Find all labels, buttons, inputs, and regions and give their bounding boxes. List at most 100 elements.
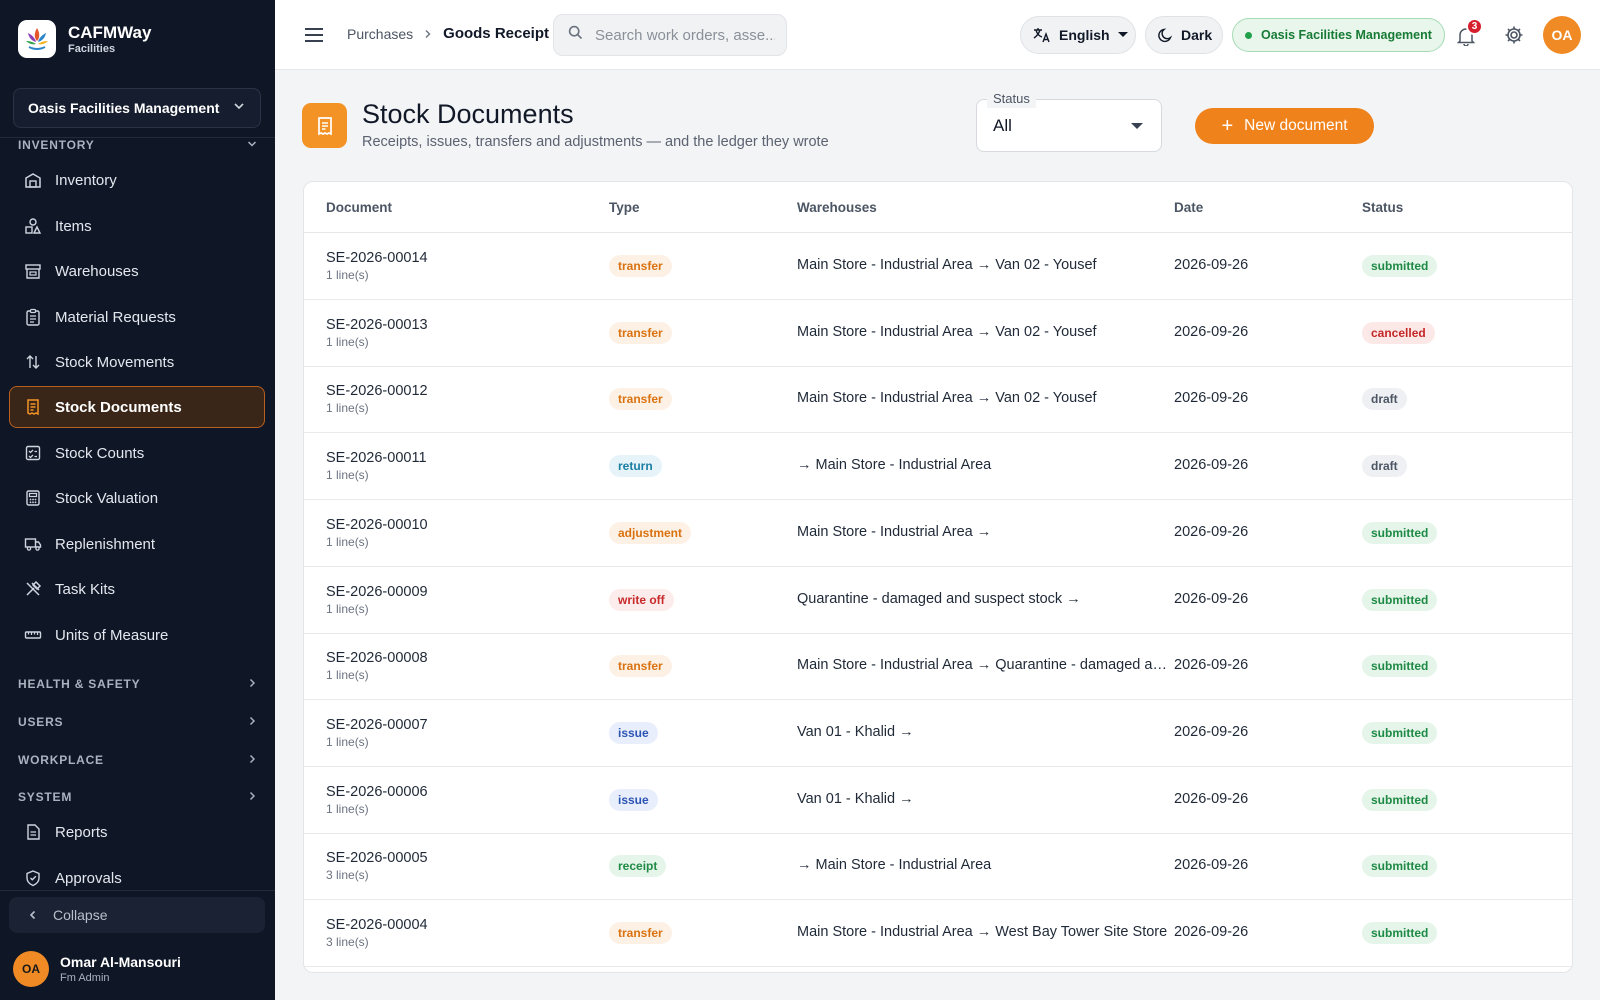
- status-badge: submitted: [1362, 922, 1438, 944]
- organization-selector[interactable]: Oasis Facilities Management: [13, 88, 261, 128]
- table-row[interactable]: SE-2026-00010 1 line(s) adjustment Main Sto…: [304, 500, 1572, 567]
- translate-icon: [1033, 27, 1051, 43]
- table-row[interactable]: SE-2026-00005 3 line(s) receipt → Main Stor…: [304, 833, 1572, 901]
- sidebar-item-inventory[interactable]: Inventory: [9, 159, 265, 201]
- user-profile[interactable]: OA Omar Al-Mansouri Fm Admin: [13, 951, 181, 987]
- brand[interactable]: CAFMWay Facilities: [18, 20, 151, 58]
- sidebar-item-approvals[interactable]: Approvals: [9, 857, 265, 899]
- breadcrumb-goods-receipt[interactable]: Goods Receipt: [443, 25, 549, 42]
- table-row[interactable]: SE-2026-00009 1 line(s) write off Quarantin…: [304, 567, 1572, 634]
- document-id[interactable]: SE-2026-00006: [326, 783, 428, 801]
- table-row[interactable]: SE-2026-00007 1 line(s) issue Van 01 - Khal…: [304, 700, 1572, 767]
- theme-toggle[interactable]: Dark: [1145, 16, 1223, 54]
- sidebar-item-stock-documents[interactable]: Stock Documents: [9, 386, 265, 428]
- status-filter-select[interactable]: Status All: [976, 90, 1162, 152]
- status-cell: submitted: [1362, 521, 1438, 544]
- column-header-warehouses[interactable]: Warehouses: [797, 200, 877, 215]
- type-badge: return: [609, 455, 662, 478]
- status-cell: draft: [1362, 388, 1407, 411]
- table-row[interactable]: SE-2026-00008 1 line(s) transfer Main Store…: [304, 633, 1572, 701]
- moon-icon: [1158, 27, 1173, 43]
- warehouses-cell: Van 01 - Khalid →: [797, 723, 914, 740]
- type-cell: transfer: [609, 922, 672, 944]
- document-line-count: 1 line(s): [326, 534, 369, 549]
- organization-chip[interactable]: Oasis Facilities Management: [1232, 18, 1445, 52]
- chevron-left-icon: [27, 909, 39, 921]
- section-inventory[interactable]: INVENTORY: [18, 137, 258, 153]
- chevron-down-icon: [246, 138, 258, 153]
- column-header-status[interactable]: Status: [1362, 200, 1403, 215]
- user-role: Fm Admin: [60, 971, 110, 984]
- shield-check-icon: [23, 868, 43, 888]
- status-badge: cancelled: [1362, 321, 1435, 344]
- document-id[interactable]: SE-2026-00014: [326, 249, 428, 267]
- document-cell: SE-2026-00011 1 line(s): [326, 449, 427, 483]
- sidebar-item-units-of-measure[interactable]: Units of Measure: [9, 614, 265, 656]
- chevron-right-icon: [246, 753, 258, 768]
- plus-icon: +: [1221, 115, 1234, 137]
- search-input[interactable]: [595, 26, 775, 44]
- sidebar: CAFMWay Facilities Oasis Facilities Mana…: [0, 0, 275, 1000]
- document-id[interactable]: SE-2026-00013: [326, 316, 428, 334]
- document-cell: SE-2026-00010 1 line(s): [326, 516, 428, 550]
- sidebar-item-stock-valuation[interactable]: Stock Valuation: [9, 477, 265, 519]
- truck-icon: [23, 534, 43, 554]
- organization-chip-label: Oasis Facilities Management: [1261, 28, 1432, 42]
- sidebar-item-label: Units of Measure: [55, 626, 169, 644]
- type-cell: transfer: [609, 255, 672, 277]
- document-id[interactable]: SE-2026-00010: [326, 516, 428, 534]
- table-row[interactable]: SE-2026-00014 1 line(s) transfer Main Store…: [304, 233, 1572, 300]
- breadcrumb-purchases[interactable]: Purchases: [347, 26, 413, 42]
- sidebar-item-warehouses[interactable]: Warehouses: [9, 250, 265, 292]
- column-header-date[interactable]: Date: [1174, 200, 1203, 215]
- sidebar-item-label: Stock Counts: [55, 444, 145, 462]
- sidebar-item-reports[interactable]: Reports: [9, 811, 265, 853]
- language-selector[interactable]: English: [1020, 16, 1136, 54]
- brand-name: CAFMWay: [68, 22, 152, 42]
- date-cell: 2026-09-26: [1174, 790, 1249, 807]
- sidebar-item-items[interactable]: Items: [9, 205, 265, 247]
- sidebar-item-task-kits[interactable]: Task Kits: [9, 568, 265, 610]
- warehouses-cell: Main Store - Industrial Area → Quarantin…: [797, 657, 1173, 674]
- document-id[interactable]: SE-2026-00005: [326, 849, 428, 867]
- table-row[interactable]: SE-2026-00012 1 line(s) transfer Main Store…: [304, 366, 1572, 434]
- section-system[interactable]: SYSTEM: [18, 789, 258, 805]
- table-row[interactable]: SE-2026-00013 1 line(s) transfer Main Store…: [304, 300, 1572, 367]
- breadcrumb: Purchases Goods Receipt: [347, 25, 549, 42]
- sidebar-item-material-requests[interactable]: Material Requests: [9, 296, 265, 338]
- table-row[interactable]: SE-2026-00006 1 line(s) issue Van 01 - Khal…: [304, 767, 1572, 834]
- warehouses-cell: Main Store - Industrial Area →: [797, 523, 992, 540]
- column-header-type[interactable]: Type: [609, 200, 640, 215]
- document-id[interactable]: SE-2026-00011: [326, 449, 427, 467]
- sidebar-item-stock-counts[interactable]: Stock Counts: [9, 432, 265, 474]
- gear-icon[interactable]: [1502, 23, 1526, 47]
- section-users[interactable]: USERS: [18, 714, 258, 730]
- table-row[interactable]: SE-2026-00004 3 line(s) transfer Main Store…: [304, 900, 1572, 967]
- document-id[interactable]: SE-2026-00008: [326, 649, 428, 667]
- sidebar-item-replenishment[interactable]: Replenishment: [9, 523, 265, 565]
- sidebar-item-label: Items: [55, 217, 92, 235]
- avatar[interactable]: OA: [1543, 16, 1581, 54]
- sidebar-item-stock-movements[interactable]: Stock Movements: [9, 341, 265, 383]
- date-cell: 2026-09-26: [1174, 857, 1249, 874]
- language-label: English: [1059, 27, 1110, 43]
- new-document-button[interactable]: + New document: [1195, 108, 1374, 144]
- document-id[interactable]: SE-2026-00012: [326, 382, 428, 400]
- receipt-icon: [23, 397, 43, 417]
- status-cell: submitted: [1362, 588, 1438, 611]
- type-cell: issue: [609, 788, 658, 811]
- document-id[interactable]: SE-2026-00004: [326, 916, 428, 934]
- table-row[interactable]: SE-2026-00011 1 line(s) return → Main Store…: [304, 433, 1572, 501]
- section-label: SYSTEM: [18, 790, 73, 804]
- column-header-document[interactable]: Document: [326, 200, 392, 215]
- document-id[interactable]: SE-2026-00009: [326, 583, 428, 601]
- collapse-label: Collapse: [53, 907, 108, 923]
- search-bar[interactable]: [553, 14, 787, 56]
- menu-icon[interactable]: [303, 24, 325, 46]
- section-health-safety[interactable]: HEALTH & SAFETY: [18, 676, 258, 692]
- ruler-icon: [23, 625, 43, 645]
- document-id[interactable]: SE-2026-00007: [326, 716, 428, 734]
- type-badge: adjustment: [609, 521, 692, 544]
- collapse-sidebar-button[interactable]: Collapse: [9, 897, 265, 933]
- section-workplace[interactable]: WORKPLACE: [18, 752, 258, 768]
